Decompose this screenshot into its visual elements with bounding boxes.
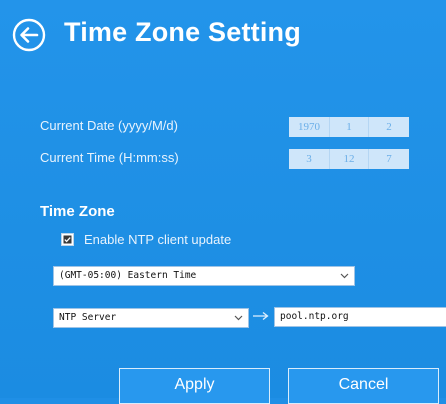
minute-field[interactable]: 12 (330, 149, 369, 169)
ntp-server-address-input[interactable]: pool.ntp.org (274, 307, 446, 327)
current-time-label: Current Time (H:mm:ss) (40, 150, 179, 165)
back-button[interactable] (12, 18, 46, 52)
time-zone-screen: Time Zone Setting Current Date (yyyy/M/d… (0, 0, 446, 404)
year-field[interactable]: 1970 (289, 117, 330, 137)
back-arrow-circle-icon (12, 18, 46, 52)
current-time-fields: 3 12 7 (289, 149, 409, 169)
cancel-button[interactable]: Cancel (288, 368, 439, 404)
page-title: Time Zone Setting (64, 17, 301, 47)
current-date-fields: 1970 1 2 (289, 117, 409, 137)
ntp-enable-row: Enable NTP client update (61, 232, 231, 247)
hour-field[interactable]: 3 (289, 149, 330, 169)
apply-button[interactable]: Apply (119, 368, 270, 404)
checkmark-icon (63, 235, 72, 244)
chevron-down-icon (234, 315, 243, 321)
ntp-server-type-value: NTP Server (59, 312, 117, 323)
right-arrow-icon (253, 311, 269, 321)
ntp-enable-checkbox[interactable] (61, 233, 74, 246)
time-zone-select[interactable]: (GMT-05:00) Eastern Time (53, 266, 355, 286)
ntp-server-type-select[interactable]: NTP Server (53, 308, 249, 328)
month-field[interactable]: 1 (330, 117, 369, 137)
day-field[interactable]: 2 (369, 117, 409, 137)
current-date-label: Current Date (yyyy/M/d) (40, 118, 178, 133)
chevron-down-icon (340, 273, 349, 279)
second-field[interactable]: 7 (369, 149, 409, 169)
time-zone-heading: Time Zone (40, 203, 115, 220)
ntp-enable-label: Enable NTP client update (84, 232, 232, 247)
time-zone-select-value: (GMT-05:00) Eastern Time (59, 270, 197, 281)
